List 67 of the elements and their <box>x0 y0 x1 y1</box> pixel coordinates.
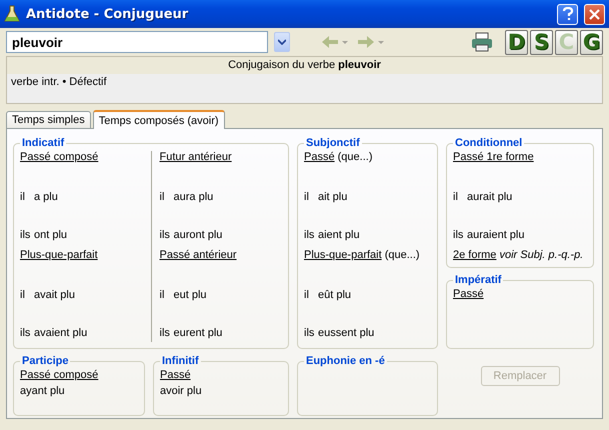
group-title: Subjonctif <box>305 137 361 149</box>
letter-button[interactable]: D <box>505 30 528 54</box>
pronoun: ils <box>453 228 464 243</box>
pronoun: il <box>20 288 26 303</box>
pronoun: ils <box>304 228 316 243</box>
window-title: Antidote - Conjugueur <box>26 6 190 22</box>
verb-form: eurent plu <box>174 326 222 341</box>
printer-icon[interactable] <box>471 32 493 52</box>
pronoun: ils <box>304 326 316 341</box>
tense-name: Plus-que-parfait (que...) <box>304 248 421 263</box>
group-title: Participe <box>21 355 70 367</box>
back-arrow-icon <box>322 36 348 48</box>
forward-arrow-icon <box>358 36 384 48</box>
pronoun: ils <box>160 326 171 341</box>
group-title: Infinitif <box>161 355 200 367</box>
pronoun: il <box>20 190 26 205</box>
verb-form: eut plu <box>174 288 207 303</box>
tense-name: Passé antérieur <box>160 248 238 263</box>
pronoun: ils <box>160 228 171 243</box>
letter-button[interactable]: S <box>530 30 553 54</box>
group-title: Conditionnel <box>454 137 524 149</box>
verb-form: ont plu <box>34 228 68 243</box>
conjugation-title: Conjugaison du verbe pleuvoir <box>7 57 602 74</box>
search-field[interactable]: pleuvoir <box>6 31 268 53</box>
pronoun: ils <box>20 228 32 243</box>
dropdown-button[interactable] <box>274 32 290 52</box>
verb-form: aient plu <box>318 228 360 243</box>
tense-name: Passé <box>453 287 485 302</box>
tab[interactable]: Temps composés (avoir) <box>92 110 225 129</box>
flask-icon <box>4 5 20 23</box>
pronoun: il <box>304 288 310 303</box>
close-icon <box>589 8 600 20</box>
verb-info: verbe intr. • Défectif <box>11 76 107 88</box>
verb-form: avaient plu <box>34 326 88 341</box>
verb-form: ait plu <box>318 190 348 205</box>
pronoun: il <box>304 190 310 205</box>
verb-form: avait plu <box>34 288 75 303</box>
help-button[interactable] <box>557 4 578 24</box>
verb-form: auraient plu <box>467 228 524 243</box>
close-button[interactable] <box>584 4 605 24</box>
tense-name: Plus-que-parfait <box>20 248 99 263</box>
tense-name: Passé (que...) <box>304 150 374 165</box>
verb-form: a plu <box>34 190 58 205</box>
verb-form: eût plu <box>318 288 352 303</box>
verb-form: eussent plu <box>318 326 374 341</box>
pronoun: il <box>160 190 166 205</box>
group-title: Indicatif <box>21 137 66 149</box>
verb-form: aurait plu <box>467 190 512 205</box>
tense-name: Futur antérieur <box>160 150 233 165</box>
tense-name: Passé 1re forme <box>453 150 535 165</box>
help-icon <box>562 7 574 21</box>
verb-form: avoir plu <box>160 384 202 399</box>
tab[interactable]: Temps simples <box>6 111 91 128</box>
letter-button[interactable]: G <box>580 30 603 54</box>
tense-name: 2e forme voir Subj. p.-q.-p. <box>453 248 584 263</box>
tense-name: Passé composé <box>20 368 100 383</box>
tense-name: Passé <box>160 368 192 383</box>
group-title: Impératif <box>454 274 502 286</box>
pronoun: il <box>453 190 459 205</box>
pronoun: il <box>160 288 166 303</box>
tense-name: Passé composé <box>20 150 100 165</box>
verb-form: auront plu <box>174 228 222 243</box>
verb-form: aura plu <box>174 190 214 205</box>
group-title: Euphonie en -é <box>305 355 386 367</box>
verb-form: ayant plu <box>20 384 65 399</box>
pronoun: ils <box>20 326 32 341</box>
chevron-down-icon <box>278 39 286 45</box>
